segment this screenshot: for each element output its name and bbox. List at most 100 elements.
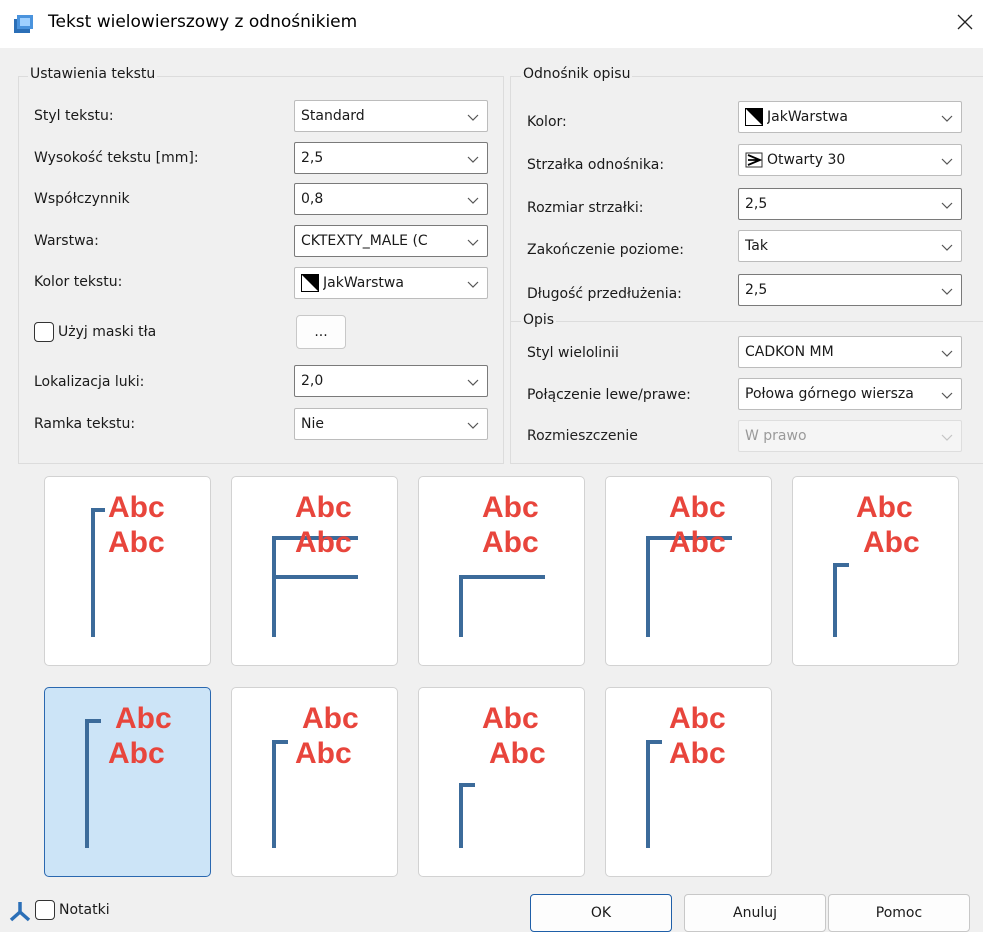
leader-line: [91, 508, 105, 637]
layout-option-bracket-mid-first[interactable]: Abc Abc: [44, 687, 211, 877]
cancel-button[interactable]: Anuluj: [684, 894, 826, 932]
sample-text: Abc: [295, 737, 352, 770]
layout-option-bracket-top-second[interactable]: Abc Abc: [605, 687, 772, 877]
text-settings-title: Ustawienia tekstu: [28, 66, 158, 82]
arrow-size-label: Rozmiar strzałki:: [527, 200, 644, 216]
text-style-select[interactable]: Standard: [294, 100, 488, 132]
background-mask-checkbox[interactable]: Użyj maski tła: [34, 322, 156, 342]
layout-preview-icon: AbcAbc: [91, 491, 165, 637]
extension-length-label: Długość przedłużenia:: [527, 286, 682, 302]
layout-preview-icon: AbcAbc: [272, 702, 359, 848]
leader-line: [459, 783, 475, 848]
cadkon-logo-icon: [9, 902, 31, 922]
layer-select[interactable]: CKTEXTY_MALE (C: [294, 225, 488, 257]
horizontal-end-select[interactable]: Tak: [738, 230, 962, 262]
close-button[interactable]: [947, 4, 983, 40]
sample-text: Abc: [669, 737, 726, 770]
layout-option-bracket-mid-second-low[interactable]: Abc Abc: [418, 687, 585, 877]
layout-option-underline-both[interactable]: Abc Abc: [231, 476, 398, 666]
chevron-down-icon: [467, 379, 479, 386]
layout-preview-icon: AbcAbc: [459, 702, 546, 848]
extension-length-select[interactable]: 2,5: [738, 274, 962, 306]
open-arrow-icon: [745, 152, 763, 168]
app-icon: [14, 15, 33, 33]
layout-preview-icon: AbcAbc: [85, 702, 172, 848]
text-frame-select[interactable]: Nie: [294, 408, 488, 440]
leader-color-label: Kolor:: [527, 114, 567, 130]
sample-text: Abc: [856, 491, 913, 524]
layout-preview-icon: AbcAbc: [272, 491, 358, 637]
leader-line: [272, 740, 288, 848]
color-swatch-icon: [745, 108, 763, 126]
checkbox-box: [35, 900, 55, 920]
title-bar: Tekst wielowierszowy z odnośnikiem: [0, 0, 983, 48]
chevron-down-icon: [941, 392, 953, 399]
sample-text: Abc: [108, 491, 165, 524]
sample-text: Abc: [669, 491, 726, 524]
layout-option-top-bracket[interactable]: Abc Abc: [44, 476, 211, 666]
factor-select[interactable]: 0,8: [294, 183, 488, 215]
factor-label: Współczynnik: [34, 191, 130, 207]
description-group-title: Opis: [521, 312, 557, 328]
help-button[interactable]: Pomoc: [828, 894, 970, 932]
sample-text: Abc: [863, 526, 920, 559]
layout-preview-icon: AbcAbc: [459, 491, 545, 637]
sample-text: Abc: [482, 702, 539, 735]
leader-line: [833, 563, 849, 637]
window-title: Tekst wielowierszowy z odnośnikiem: [48, 12, 358, 32]
leader-line: [646, 740, 662, 848]
chevron-down-icon: [941, 288, 953, 295]
close-icon: [957, 14, 973, 30]
multiline-style-select[interactable]: CADKON MM: [738, 336, 962, 368]
leader-line: [85, 719, 101, 848]
sample-text: Abc: [302, 702, 359, 735]
chevron-down-icon: [467, 197, 479, 204]
chevron-down-icon: [467, 156, 479, 163]
color-swatch-icon: [301, 274, 319, 292]
arrow-size-select[interactable]: 2,5: [738, 188, 962, 220]
sample-text: Abc: [669, 526, 726, 559]
layout-option-bracket-mid-first-second[interactable]: Abc Abc: [231, 687, 398, 877]
chevron-down-icon: [941, 350, 953, 357]
chevron-down-icon: [467, 114, 479, 121]
gap-location-label: Lokalizacja luki:: [34, 374, 145, 390]
layout-preview-icon: AbcAbc: [646, 702, 726, 848]
multiline-style-label: Styl wielolinii: [527, 345, 619, 361]
background-mask-label: Użyj maski tła: [58, 324, 157, 340]
description-divider: [510, 321, 983, 322]
placement-select: W prawo: [738, 420, 962, 452]
layer-label: Warstwa:: [34, 233, 99, 249]
checkbox-box: [34, 322, 54, 342]
layout-preview-icon: AbcAbc: [646, 491, 732, 637]
text-color-label: Kolor tekstu:: [34, 274, 123, 290]
sample-text: Abc: [115, 702, 172, 735]
sample-text: Abc: [482, 526, 539, 559]
notes-checkbox[interactable]: Notatki: [35, 900, 110, 920]
gap-location-select[interactable]: 2,0: [294, 365, 488, 397]
sample-text: Abc: [482, 491, 539, 524]
leader-color-select[interactable]: JakWarstwa: [738, 101, 962, 133]
text-color-select[interactable]: JakWarstwa: [294, 267, 488, 299]
connection-label: Połączenie lewe/prawe:: [527, 387, 691, 403]
sample-text: Abc: [489, 737, 546, 770]
text-height-label: Wysokość tekstu [mm]:: [34, 150, 199, 166]
mask-settings-button[interactable]: ...: [296, 315, 346, 349]
text-style-label: Styl tekstu:: [34, 108, 114, 124]
placement-label: Rozmieszczenie: [527, 428, 638, 444]
ok-button[interactable]: OK: [530, 894, 672, 932]
layout-option-bracket-mid-second[interactable]: Abc Abc: [792, 476, 959, 666]
arrow-type-select[interactable]: Otwarty 30: [738, 144, 962, 176]
layout-preview-icon: AbcAbc: [833, 491, 920, 637]
connection-select[interactable]: Połowa górnego wiersza: [738, 378, 962, 410]
text-height-select[interactable]: 2,5: [294, 142, 488, 174]
chevron-down-icon: [467, 281, 479, 288]
chevron-down-icon: [941, 244, 953, 251]
leader-line: [459, 575, 545, 637]
chevron-down-icon: [467, 239, 479, 246]
chevron-down-icon: [467, 422, 479, 429]
layout-option-underline-top[interactable]: Abc Abc: [605, 476, 772, 666]
layout-option-underline-bottom[interactable]: Abc Abc: [418, 476, 585, 666]
chevron-down-icon: [941, 202, 953, 209]
sample-text: Abc: [669, 702, 726, 735]
notes-label: Notatki: [59, 902, 110, 918]
